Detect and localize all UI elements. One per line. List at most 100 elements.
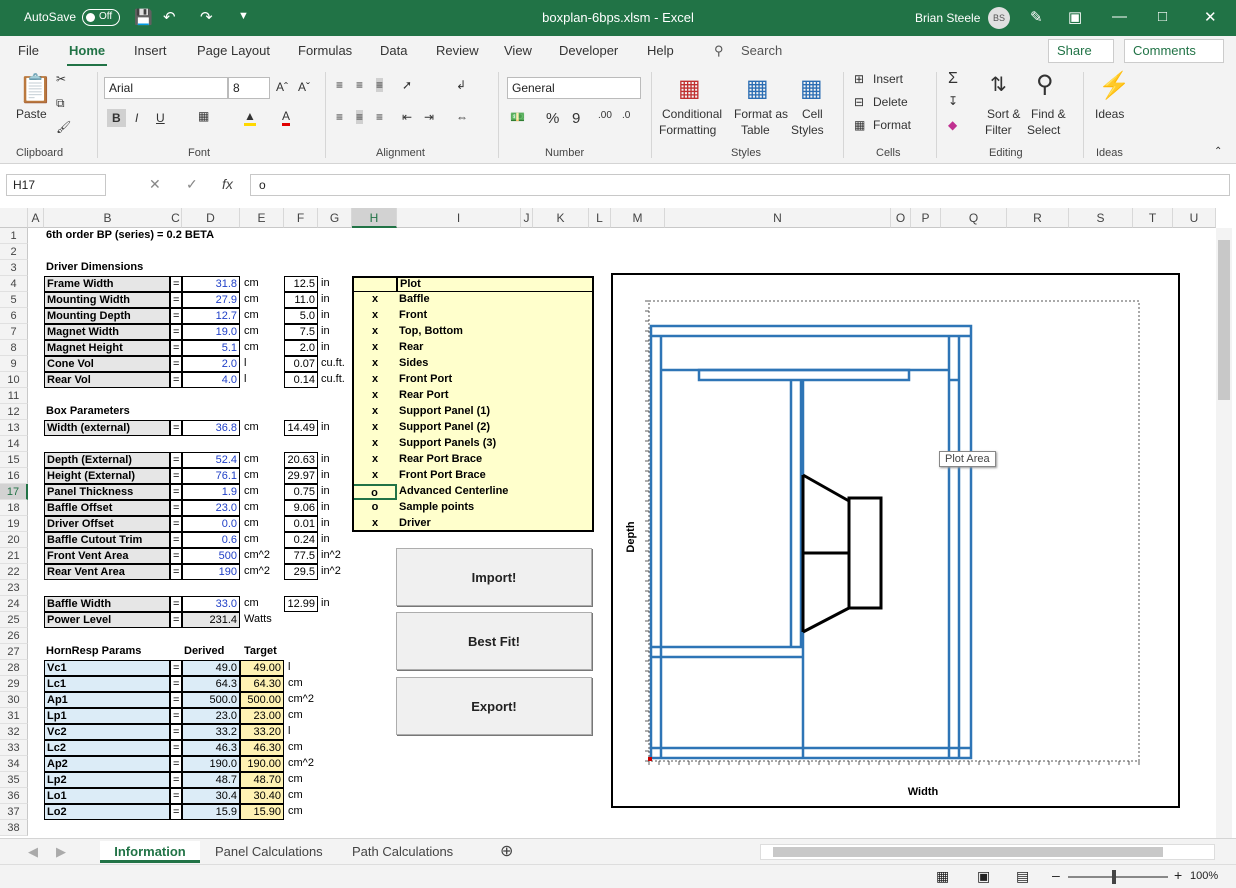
driver-param-label[interactable]: Rear Vol	[44, 372, 170, 388]
plot-toggle[interactable]: x	[352, 340, 397, 356]
shrink-font-icon[interactable]: Aˇ	[298, 80, 310, 94]
row-header-27[interactable]: 27	[0, 644, 28, 660]
box-param-value[interactable]: 1.9	[182, 484, 240, 500]
row-header-17[interactable]: 17	[0, 484, 28, 500]
row-header-29[interactable]: 29	[0, 676, 28, 692]
format-painter-icon[interactable]: 🖌	[56, 120, 71, 134]
box-param-label[interactable]: Rear Vent Area	[44, 564, 170, 580]
row-header-16[interactable]: 16	[0, 468, 28, 484]
align-left-icon[interactable]: ≡	[336, 110, 343, 124]
box-param-value[interactable]: 0.0	[182, 516, 240, 532]
clear-icon[interactable]: ◆	[948, 118, 957, 132]
percent-icon[interactable]: %	[546, 110, 559, 127]
plot-toggle[interactable]: x	[352, 516, 397, 532]
hornresp-param-label[interactable]: Lc1	[44, 676, 170, 692]
wrap-text-icon[interactable]: ↲	[456, 78, 466, 92]
tab-file[interactable]: File	[18, 43, 39, 58]
hornresp-param-label[interactable]: Lp2	[44, 772, 170, 788]
hornresp-derived[interactable]: 64.3	[182, 676, 240, 692]
hornresp-derived[interactable]: 23.0	[182, 708, 240, 724]
hornresp-target[interactable]: 190.00	[240, 756, 284, 772]
italic-button[interactable]: I	[135, 111, 138, 125]
driver-param-value[interactable]: 4.0	[182, 372, 240, 388]
column-header-s[interactable]: S	[1069, 208, 1133, 228]
driver-param-value[interactable]: 12.7	[182, 308, 240, 324]
tab-view[interactable]: View	[504, 43, 532, 58]
autosave-toggle[interactable]: Off	[82, 9, 120, 26]
borders-icon[interactable]: ▦	[198, 109, 209, 123]
worksheet-grid[interactable]: ABCDEFGHIJKLMNOPQRSTU 1 2 3 4 5 6 7 8 9 10 11 12 13 1…	[0, 208, 1236, 838]
conditional-formatting-line2[interactable]: Formatting	[659, 123, 716, 137]
driver-param-value[interactable]: 5.1	[182, 340, 240, 356]
h-scroll-thumb[interactable]	[773, 847, 1163, 857]
row-header-37[interactable]: 37	[0, 804, 28, 820]
box-param-label[interactable]: Front Vent Area	[44, 548, 170, 564]
cell-styles-line1[interactable]: Cell	[802, 107, 823, 121]
row-header-28[interactable]: 28	[0, 660, 28, 676]
grow-font-icon[interactable]: Aˆ	[276, 80, 288, 94]
cell-styles-icon[interactable]: ▦	[800, 74, 823, 103]
font-name-combo[interactable]: Arial	[104, 77, 228, 99]
driver-param-value[interactable]: 19.0	[182, 324, 240, 340]
hornresp-derived[interactable]: 190.0	[182, 756, 240, 772]
zoom-slider[interactable]	[1068, 876, 1168, 878]
box-param-inches[interactable]: 0.01	[284, 516, 318, 532]
box-param-label[interactable]: Depth (External)	[44, 452, 170, 468]
driver-param-value[interactable]: 27.9	[182, 292, 240, 308]
format-as-table-icon[interactable]: ▦	[746, 74, 769, 103]
row-header-20[interactable]: 20	[0, 532, 28, 548]
row-header-31[interactable]: 31	[0, 708, 28, 724]
pen-icon[interactable]: ✎	[1030, 8, 1043, 26]
box-param-label[interactable]: Driver Offset	[44, 516, 170, 532]
driver-param-value[interactable]: 2.0	[182, 356, 240, 372]
hornresp-derived[interactable]: 48.7	[182, 772, 240, 788]
save-icon[interactable]: 💾	[134, 8, 153, 26]
driver-param-inches[interactable]: 2.0	[284, 340, 318, 356]
row-header-10[interactable]: 10	[0, 372, 28, 388]
search-icon[interactable]: ⚲	[714, 43, 724, 59]
plot-toggle[interactable]: x	[352, 436, 397, 452]
plot-toggle[interactable]: x	[352, 308, 397, 324]
row-header-1[interactable]: 1	[0, 228, 28, 244]
column-header-l[interactable]: L	[589, 208, 611, 228]
align-top-icon[interactable]: ≡	[336, 78, 343, 92]
orientation-icon[interactable]: ➚	[402, 78, 412, 92]
width-external-label[interactable]: Width (external)	[44, 420, 170, 436]
tab-review[interactable]: Review	[436, 43, 479, 58]
comma-icon[interactable]: 9	[572, 110, 580, 127]
conditional-formatting-line1[interactable]: Conditional	[662, 107, 722, 121]
zoom-level[interactable]: 100%	[1190, 870, 1218, 882]
tab-page-layout[interactable]: Page Layout	[197, 43, 270, 58]
font-size-combo[interactable]: 8	[228, 77, 270, 99]
hornresp-target[interactable]: 46.30	[240, 740, 284, 756]
user-name[interactable]: Brian Steele	[915, 11, 980, 25]
tab-insert[interactable]: Insert	[134, 43, 167, 58]
column-header-r[interactable]: R	[1007, 208, 1069, 228]
format-cells-button[interactable]: Format	[873, 118, 911, 132]
column-header-e[interactable]: E	[240, 208, 284, 228]
column-header-n[interactable]: N	[665, 208, 891, 228]
normal-view-icon[interactable]: ▦	[936, 868, 949, 885]
box-param-label[interactable]: Panel Thickness	[44, 484, 170, 500]
driver-param-label[interactable]: Frame Width	[44, 276, 170, 292]
undo-icon[interactable]: ↶	[163, 8, 176, 26]
delete-cells-icon[interactable]: ⊟	[854, 95, 864, 109]
align-middle-icon[interactable]: ≡	[356, 78, 363, 92]
vertical-scrollbar[interactable]	[1216, 228, 1232, 838]
plot-toggle[interactable]: x	[352, 292, 397, 308]
comments-button[interactable]: Comments	[1124, 39, 1224, 63]
row-header-19[interactable]: 19	[0, 516, 28, 532]
scroll-thumb[interactable]	[1218, 240, 1230, 400]
box-param-value[interactable]: 23.0	[182, 500, 240, 516]
ideas-icon[interactable]: ⚡	[1098, 70, 1130, 101]
row-header-12[interactable]: 12	[0, 404, 28, 420]
scroll-tabs-left-icon[interactable]: ◀	[28, 841, 38, 863]
row-header-33[interactable]: 33	[0, 740, 28, 756]
plot-toggle[interactable]: x	[352, 372, 397, 388]
hornresp-derived[interactable]: 30.4	[182, 788, 240, 804]
column-header-p[interactable]: P	[911, 208, 941, 228]
column-header-c[interactable]: C	[170, 208, 182, 228]
power-label[interactable]: Power Level	[44, 612, 170, 628]
plot-toggle[interactable]: o	[352, 484, 397, 500]
row-header-2[interactable]: 2	[0, 244, 28, 260]
